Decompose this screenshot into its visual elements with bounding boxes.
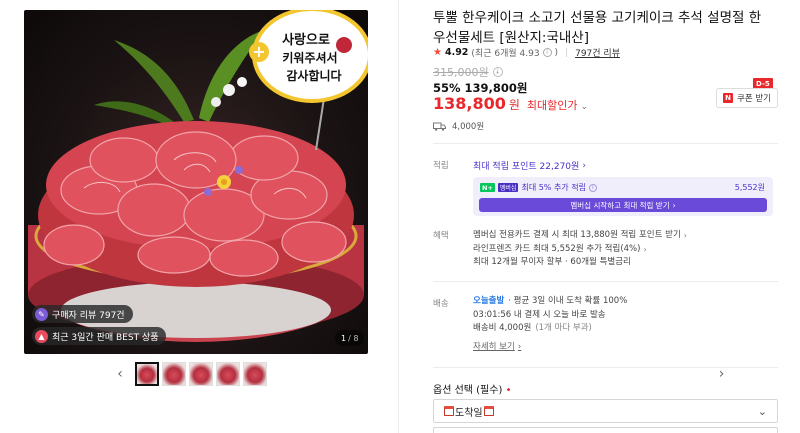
- review-count-badge: ✎ 구매자 리뷰 797건: [32, 305, 133, 323]
- delivery-fee: 배송비 4,000원: [473, 323, 532, 333]
- product-title: 투뿔 한우케이크 소고기 선물용 고기케이크 추석 설명절 한우선물세트 [원산…: [433, 10, 762, 46]
- column-divider: [398, 0, 399, 433]
- final-price-amount: 138,800: [433, 94, 506, 113]
- max-points-link[interactable]: 최대 적립 포인트 22,270원 ›: [473, 159, 586, 173]
- delivery-more-label: 자세히 보기: [473, 341, 515, 352]
- thumbnail-2[interactable]: [162, 362, 186, 386]
- naver-logo-icon: N: [723, 93, 733, 103]
- membership-info-icon[interactable]: i: [588, 183, 597, 192]
- final-price-unit: 원: [508, 98, 520, 112]
- nplus-logo-icon: N+: [480, 183, 495, 192]
- chevron-right-icon: ›: [582, 160, 586, 171]
- next-thumbnail-arrow-icon[interactable]: ›: [549, 362, 800, 386]
- option-label-text: 옵션 선택 (필수): [433, 385, 503, 396]
- benefit-item-text: 라인프렌즈 카드 최대 5,552원 추가 적립(4%): [473, 243, 641, 254]
- star-icon: ★: [433, 47, 442, 58]
- price-info-icon[interactable]: i: [492, 67, 503, 77]
- section-divider: [433, 367, 778, 368]
- shipping-fee-row: 4,000원: [433, 120, 484, 132]
- review-icon: ✎: [35, 307, 48, 321]
- cutoff-text: 03:01:56 내 결제 시 오늘 바로 발송: [473, 309, 606, 320]
- shipping-fee-value: 4,000원: [452, 122, 485, 132]
- benefit-list: 멤버십 전용카드 결제 시 최대 13,880원 적립 포인트 받기 › 라인프…: [473, 229, 687, 270]
- separator: |: [565, 47, 569, 58]
- membership-extra-text: 최대 5% 추가 적립: [521, 183, 586, 192]
- page-current: 1: [341, 333, 347, 343]
- chevron-down-icon: ⌄: [757, 404, 767, 418]
- option-label: 옵션 선택 (필수) •: [433, 381, 511, 396]
- membership-box: N+ 멤버십 최대 5% 추가 적립 i 5,552원 멤버십 시작하고 최대 …: [473, 177, 773, 216]
- points-label: 적립: [433, 161, 449, 171]
- topper-line-2: 키워주셔서: [282, 50, 337, 65]
- recent-rating: (최근 6개월 4.93: [471, 49, 540, 59]
- review-count-label: 구매자 리뷰 797건: [52, 310, 125, 321]
- chevron-down-icon[interactable]: ⌄: [581, 102, 589, 112]
- membership-cta-label: 멤버십 시작하고 최대 적립 받기: [570, 200, 670, 210]
- membership-amount: 5,552원: [734, 183, 765, 192]
- best-seller-badge: ▲ 최근 3일간 판매 BEST 상품: [32, 327, 167, 345]
- original-price-value: 315,000원: [433, 66, 489, 79]
- today-ship-label: 오늘출발: [473, 296, 505, 306]
- delivery-fee-note: (1개 마다 부과): [535, 323, 592, 333]
- image-page-counter: 1 / 8: [335, 330, 365, 346]
- today-ship-row: 오늘출발 · 평균 3일 이내 도착 확률 100%: [473, 295, 627, 309]
- chevron-right-icon: ›: [517, 341, 522, 352]
- final-price: 138,800 원 최대할인가 ⌄: [433, 94, 588, 113]
- calendar-icon: [444, 406, 454, 416]
- original-price: 315,000원 i: [433, 64, 503, 80]
- benefit-item-text: 멤버십 전용카드 결제 시 최대 13,880원 적립 포인트 받기: [473, 230, 681, 240]
- benefit-item[interactable]: 라인프렌즈 카드 최대 5,552원 추가 적립(4%) ›: [473, 243, 687, 257]
- rating-row: ★ 4.92 (최근 6개월 4.93 i ) | 797건 리뷰: [433, 46, 620, 59]
- delivery-more-link[interactable]: 자세히 보기 ›: [473, 341, 627, 355]
- chevron-right-icon: ›: [643, 244, 647, 254]
- topper-line-1: 사랑으로: [282, 32, 330, 48]
- benefit-item[interactable]: 멤버십 전용카드 결제 시 최대 13,880원 적립 포인트 받기 ›: [473, 229, 687, 243]
- info-icon[interactable]: i: [542, 48, 552, 57]
- membership-tag: 멤버십: [497, 183, 519, 192]
- today-ship-desc: · 평균 3일 이내 도착 확률 100%: [508, 296, 628, 306]
- truck-icon: [433, 122, 446, 131]
- benefits-label: 혜택: [433, 231, 449, 241]
- page-total: / 8: [348, 333, 359, 343]
- delivery-fee-row: 배송비 4,000원 (1개 마다 부과): [473, 322, 627, 336]
- chevron-right-icon: ›: [672, 200, 676, 210]
- flower-decoration: [94, 30, 264, 128]
- option-select-value: 도착일: [455, 407, 483, 419]
- calendar-icon: [483, 406, 494, 416]
- option-select-next[interactable]: [433, 427, 778, 433]
- fire-icon: ▲: [35, 329, 48, 343]
- coupon-button[interactable]: N 쿠폰 받기: [716, 88, 778, 108]
- thumbnail-5[interactable]: [243, 362, 267, 386]
- benefit-item-text: 최대 12개월 무이자 할부 · 60개월 특별금리: [473, 257, 631, 267]
- delivery-label: 배송: [433, 299, 449, 309]
- topper-line-3: 감사합니다: [286, 68, 341, 83]
- chevron-right-icon: ›: [683, 231, 687, 240]
- membership-row: N+ 멤버십 최대 5% 추가 적립 i: [480, 182, 597, 193]
- thumbnail-strip: ‹ ›: [112, 362, 724, 386]
- svg-text:+: +: [252, 42, 265, 61]
- thumbnail-4[interactable]: [216, 362, 240, 386]
- thumbnail-3[interactable]: [189, 362, 213, 386]
- prev-thumbnail-arrow-icon[interactable]: ‹: [112, 362, 128, 386]
- membership-cta-button[interactable]: 멤버십 시작하고 최대 적립 받기 ›: [479, 198, 767, 212]
- section-divider: [433, 143, 778, 144]
- option-select[interactable]: 도착일 ⌄: [433, 399, 778, 423]
- product-main-image[interactable]: + 사랑으로 키워주셔서 감사합니다: [24, 10, 368, 354]
- coupon-button-label: 쿠폰 받기: [737, 94, 771, 104]
- max-points-text: 최대 적립 포인트 22,270원: [473, 162, 580, 172]
- cutoff-row: 03:01:56 내 결제 시 오늘 바로 발송: [473, 309, 627, 323]
- section-divider: [433, 281, 778, 282]
- best-seller-label: 최근 3일간 판매 BEST 상품: [52, 332, 159, 343]
- thumbnail-1[interactable]: [135, 362, 159, 386]
- review-link[interactable]: 797건 리뷰: [575, 46, 620, 59]
- benefit-item: 최대 12개월 무이자 할부 · 60개월 특별금리: [473, 256, 687, 270]
- rating-score: 4.92: [444, 47, 469, 58]
- cake-illustration: + 사랑으로 키워주셔서 감사합니다: [28, 10, 368, 342]
- recent-rating-close: ): [554, 47, 559, 58]
- delivery-info: 오늘출발 · 평균 3일 이내 도착 확률 100% 03:01:56 내 결제…: [473, 295, 627, 354]
- required-mark: •: [505, 385, 512, 396]
- max-discount-link[interactable]: 최대할인가: [527, 97, 578, 113]
